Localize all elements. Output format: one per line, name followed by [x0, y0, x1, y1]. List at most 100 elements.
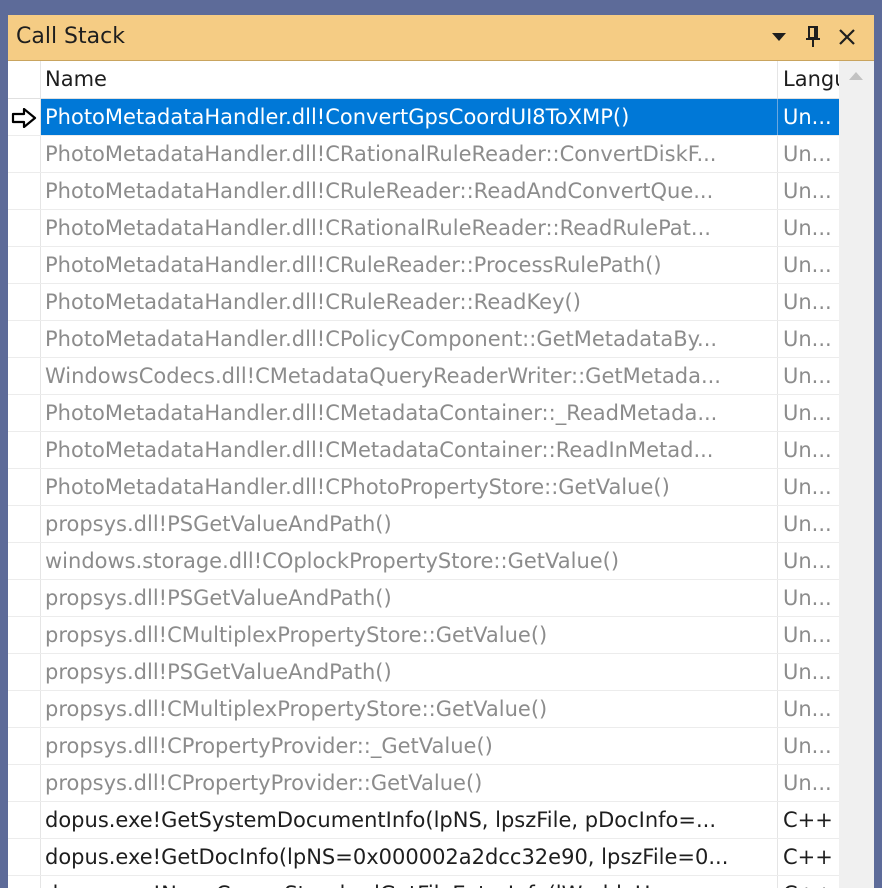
frame-gutter — [8, 728, 41, 764]
frame-language: Un... — [783, 327, 832, 351]
frame-language: Un... — [783, 438, 832, 462]
frame-name: PhotoMetadataHandler.dll!CMetadataContai… — [41, 432, 778, 468]
stack-frame-row[interactable]: dopus.exe!NeonCommStandardGetFileExtraIn… — [8, 876, 839, 888]
frame-gutter — [8, 691, 41, 727]
frame-language: C++ — [783, 808, 833, 832]
frame-name: propsys.dll!PSGetValueAndPath() — [41, 506, 778, 542]
frame-name: PhotoMetadataHandler.dll!ConvertGpsCoord… — [41, 99, 778, 135]
stack-frame-row[interactable]: PhotoMetadataHandler.dll!CRuleReader::Pr… — [8, 247, 839, 284]
call-stack-grid: Name Langu PhotoMetadataHandler.dll!Conv… — [8, 61, 874, 888]
frame-language: Un... — [783, 549, 832, 573]
frame-name: PhotoMetadataHandler.dll!CPhotoPropertyS… — [41, 469, 778, 505]
window-title: Call Stack — [16, 24, 125, 49]
chevron-down-icon — [772, 33, 786, 41]
stack-frame-row[interactable]: propsys.dll!CMultiplexPropertyStore::Get… — [8, 617, 839, 654]
vertical-scrollbar[interactable] — [839, 61, 874, 888]
frame-language: Un... — [783, 401, 832, 425]
frame-language: Un... — [783, 660, 832, 684]
stack-frame-row[interactable]: PhotoMetadataHandler.dll!ConvertGpsCoord… — [8, 99, 839, 136]
frame-gutter — [8, 432, 41, 468]
stack-frame-row[interactable]: propsys.dll!PSGetValueAndPath() Un... — [8, 506, 839, 543]
window-menu-dropdown-button[interactable] — [766, 23, 792, 51]
frame-gutter — [8, 395, 41, 431]
frame-language: Un... — [783, 697, 832, 721]
frame-gutter — [8, 173, 41, 209]
call-stack-window: Call Stack Name Langu PhotoMet — [8, 15, 874, 888]
pin-icon — [806, 26, 820, 47]
language-column-header[interactable]: Langu — [779, 61, 839, 98]
title-bar: Call Stack — [8, 15, 874, 61]
stack-frame-row[interactable]: windows.storage.dll!COplockPropertyStore… — [8, 543, 839, 580]
frame-name: PhotoMetadataHandler.dll!CMetadataContai… — [41, 395, 778, 431]
frame-gutter — [8, 321, 41, 357]
frame-name: dopus.exe!GetDocInfo(lpNS=0x000002a2dcc3… — [41, 839, 778, 875]
frame-name: WindowsCodecs.dll!CMetadataQueryReaderWr… — [41, 358, 778, 394]
frame-gutter — [8, 136, 41, 172]
frame-language: Un... — [783, 475, 832, 499]
frame-name: PhotoMetadataHandler.dll!CRuleReader::Re… — [41, 173, 778, 209]
frame-list: PhotoMetadataHandler.dll!ConvertGpsCoord… — [8, 99, 839, 888]
frame-language: Un... — [783, 586, 832, 610]
frame-gutter — [8, 247, 41, 283]
frame-language: Un... — [783, 253, 832, 277]
frame-gutter — [8, 99, 41, 135]
frame-name: windows.storage.dll!COplockPropertyStore… — [41, 543, 778, 579]
frame-language: Un... — [783, 216, 832, 240]
frame-language: C++ — [783, 845, 833, 869]
frame-name: propsys.dll!PSGetValueAndPath() — [41, 580, 778, 616]
frame-language: Un... — [783, 105, 832, 129]
stack-frame-row[interactable]: PhotoMetadataHandler.dll!CRationalRuleRe… — [8, 210, 839, 247]
frame-gutter — [8, 210, 41, 246]
gutter-header — [8, 61, 41, 98]
stack-frame-row[interactable]: PhotoMetadataHandler.dll!CMetadataContai… — [8, 395, 839, 432]
name-column-header[interactable]: Name — [41, 61, 778, 98]
stack-frame-row[interactable]: propsys.dll!CPropertyProvider::GetValue(… — [8, 765, 839, 802]
frame-language: Un... — [783, 179, 832, 203]
frame-name: propsys.dll!CPropertyProvider::GetValue(… — [41, 765, 778, 801]
stack-frame-row[interactable]: propsys.dll!PSGetValueAndPath() Un... — [8, 654, 839, 691]
frame-gutter — [8, 469, 41, 505]
frame-name: PhotoMetadataHandler.dll!CPolicyComponen… — [41, 321, 778, 357]
scroll-up-icon[interactable] — [848, 71, 864, 81]
stack-frame-row[interactable]: dopus.exe!GetSystemDocumentInfo(lpNS, lp… — [8, 802, 839, 839]
column-header-row: Name Langu — [8, 61, 874, 99]
stack-frame-row[interactable]: propsys.dll!CPropertyProvider::_GetValue… — [8, 728, 839, 765]
stack-frame-row[interactable]: PhotoMetadataHandler.dll!CPolicyComponen… — [8, 321, 839, 358]
frame-name: PhotoMetadataHandler.dll!CRuleReader::Re… — [41, 284, 778, 320]
frame-name: propsys.dll!PSGetValueAndPath() — [41, 654, 778, 690]
frame-language: Un... — [783, 142, 832, 166]
stack-frame-row[interactable]: WindowsCodecs.dll!CMetadataQueryReaderWr… — [8, 358, 839, 395]
stack-frame-row[interactable]: PhotoMetadataHandler.dll!CRuleReader::Re… — [8, 284, 839, 321]
frame-gutter — [8, 617, 41, 653]
frame-language: Un... — [783, 623, 832, 647]
frame-language: Un... — [783, 771, 832, 795]
close-button[interactable] — [834, 23, 860, 51]
frame-gutter — [8, 358, 41, 394]
stack-frame-row[interactable]: PhotoMetadataHandler.dll!CMetadataContai… — [8, 432, 839, 469]
frame-language: Un... — [783, 290, 832, 314]
frame-language: Un... — [783, 512, 832, 536]
frame-gutter — [8, 765, 41, 801]
stack-frame-row[interactable]: PhotoMetadataHandler.dll!CRationalRuleRe… — [8, 136, 839, 173]
frame-name: PhotoMetadataHandler.dll!CRuleReader::Pr… — [41, 247, 778, 283]
stack-frame-row[interactable]: PhotoMetadataHandler.dll!CPhotoPropertyS… — [8, 469, 839, 506]
current-frame-arrow-icon — [11, 108, 37, 128]
frame-name: PhotoMetadataHandler.dll!CRationalRuleRe… — [41, 136, 778, 172]
frame-name: dopus.exe!GetSystemDocumentInfo(lpNS, lp… — [41, 802, 778, 838]
frame-name: propsys.dll!CMultiplexPropertyStore::Get… — [41, 617, 778, 653]
frame-gutter — [8, 876, 41, 888]
frame-language: Un... — [783, 364, 832, 388]
pin-button[interactable] — [800, 23, 826, 51]
frame-language: Un... — [783, 734, 832, 758]
frame-gutter — [8, 654, 41, 690]
frame-gutter — [8, 506, 41, 542]
frame-name: dopus.exe!NeonCommStandardGetFileExtraIn… — [41, 876, 778, 888]
stack-frame-row[interactable]: propsys.dll!CMultiplexPropertyStore::Get… — [8, 691, 839, 728]
frame-gutter — [8, 580, 41, 616]
stack-frame-row[interactable]: dopus.exe!GetDocInfo(lpNS=0x000002a2dcc3… — [8, 839, 839, 876]
frame-gutter — [8, 543, 41, 579]
stack-frame-row[interactable]: PhotoMetadataHandler.dll!CRuleReader::Re… — [8, 173, 839, 210]
frame-name: propsys.dll!CPropertyProvider::_GetValue… — [41, 728, 778, 764]
stack-frame-row[interactable]: propsys.dll!PSGetValueAndPath() Un... — [8, 580, 839, 617]
frame-gutter — [8, 802, 41, 838]
